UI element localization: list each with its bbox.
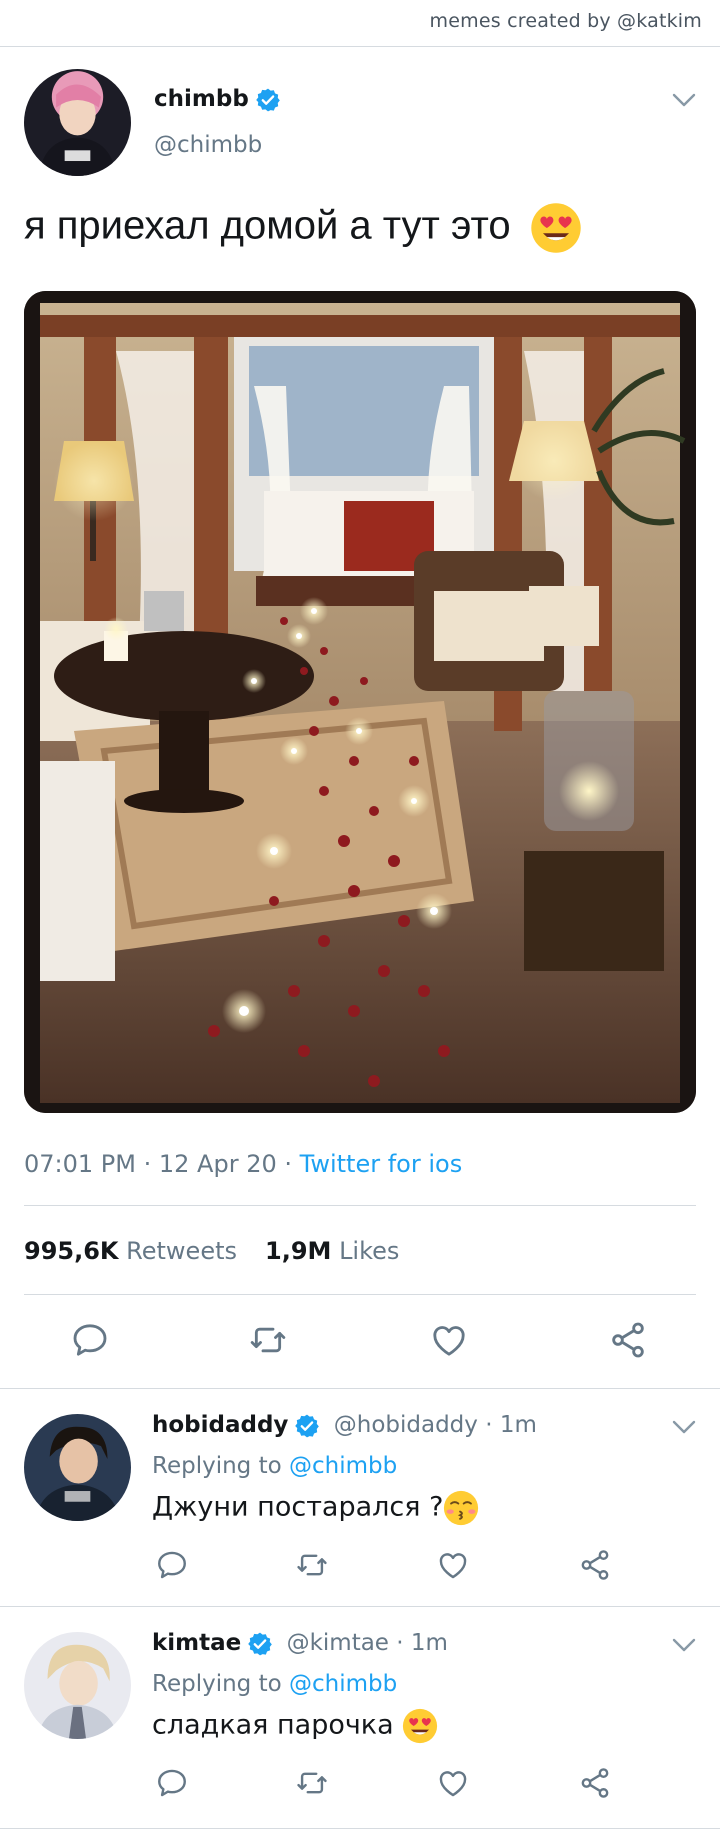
heart-eyes-emoji-icon (530, 202, 582, 254)
share-icon[interactable] (578, 1548, 612, 1582)
reply-bottom-divider (0, 1828, 720, 1829)
retweets-count: 995,6K (24, 1237, 119, 1265)
verified-badge-icon (247, 1631, 273, 1657)
verified-badge-icon (294, 1413, 320, 1439)
tweet-time: 07:01 PM (24, 1150, 136, 1178)
like-heart-icon[interactable] (436, 1548, 470, 1582)
like-heart-icon[interactable] (436, 1766, 470, 1800)
replying-to-label: Replying to (152, 1453, 282, 1479)
header-divider (0, 46, 720, 47)
likes-stat[interactable]: 1,9M Likes (265, 1237, 399, 1265)
likes-count: 1,9M (265, 1237, 332, 1265)
reply-author-handle[interactable]: @kimtae (287, 1630, 389, 1656)
reply-time: 1m (499, 1412, 537, 1438)
reply-text: Джуни постарался ? (152, 1490, 479, 1526)
heart-eyes-emoji-icon (402, 1708, 438, 1744)
reply-header: hobidaddy @hobidaddy · 1m (152, 1412, 537, 1439)
reply-time: 1m (410, 1630, 448, 1656)
like-heart-icon[interactable] (429, 1320, 469, 1360)
verified-badge-icon (255, 87, 281, 113)
meta-separator: · (143, 1150, 159, 1178)
tweet-meta: 07:01 PM · 12 Apr 20 · Twitter for ios (24, 1150, 462, 1178)
reply-icon[interactable] (70, 1320, 110, 1360)
reply-author-name[interactable]: kimtae (152, 1630, 241, 1656)
reply-menu-chevron-icon[interactable] (672, 1420, 696, 1434)
reply-avatar[interactable] (24, 1632, 131, 1739)
replying-to: Replying to @chimbb (152, 1453, 397, 1479)
replying-to-link[interactable]: @chimbb (289, 1453, 397, 1479)
tweet-photo[interactable] (24, 291, 696, 1113)
meta-separator: · (477, 1412, 500, 1438)
meta-separator: · (284, 1150, 300, 1178)
tweet-source-link[interactable]: Twitter for ios (300, 1150, 463, 1178)
reply-author-handle[interactable]: @hobidaddy (334, 1412, 478, 1438)
retweets-stat[interactable]: 995,6K Retweets (24, 1237, 237, 1265)
tweet-stats: 995,6K Retweets 1,9M Likes (24, 1237, 399, 1265)
stats-divider (24, 1294, 696, 1295)
likes-label: Likes (339, 1237, 400, 1265)
reply-icon[interactable] (155, 1766, 189, 1800)
reply-text: сладкая парочка (152, 1708, 438, 1744)
retweet-icon[interactable] (295, 1548, 329, 1582)
author-handle[interactable]: @chimbb (154, 132, 262, 158)
meta-divider (24, 1205, 696, 1206)
replying-to-label: Replying to (152, 1671, 282, 1697)
reply-text-content: Джуни постарался ? (152, 1491, 444, 1523)
retweet-icon[interactable] (248, 1320, 288, 1360)
tweet-menu-chevron-icon[interactable] (672, 93, 696, 107)
replying-to: Replying to @chimbb (152, 1671, 397, 1697)
reply-menu-chevron-icon[interactable] (672, 1638, 696, 1652)
retweet-icon[interactable] (295, 1766, 329, 1800)
share-icon[interactable] (578, 1766, 612, 1800)
meme-credit: memes created by @katkim (429, 10, 702, 32)
meta-separator: · (388, 1630, 411, 1656)
share-icon[interactable] (608, 1320, 648, 1360)
reply-icon[interactable] (155, 1548, 189, 1582)
retweets-label: Retweets (126, 1237, 238, 1265)
reply-author-name[interactable]: hobidaddy (152, 1412, 288, 1438)
tweet-date: 12 Apr 20 (158, 1150, 277, 1178)
reply-divider (0, 1606, 720, 1607)
tweet-bottom-divider (0, 1388, 720, 1389)
author-name[interactable]: chimbb (154, 86, 281, 113)
tweet-text-content: я приехал домой а тут это (24, 203, 511, 248)
reply-text-content: сладкая парочка (152, 1709, 394, 1741)
kissing-face-emoji-icon (443, 1490, 479, 1526)
reply-header: kimtae @kimtae · 1m (152, 1630, 448, 1657)
author-avatar[interactable] (24, 69, 131, 176)
author-name-text: chimbb (154, 86, 249, 112)
replying-to-link[interactable]: @chimbb (289, 1671, 397, 1697)
tweet-text: я приехал домой а тут это (24, 202, 582, 254)
reply-avatar[interactable] (24, 1414, 131, 1521)
